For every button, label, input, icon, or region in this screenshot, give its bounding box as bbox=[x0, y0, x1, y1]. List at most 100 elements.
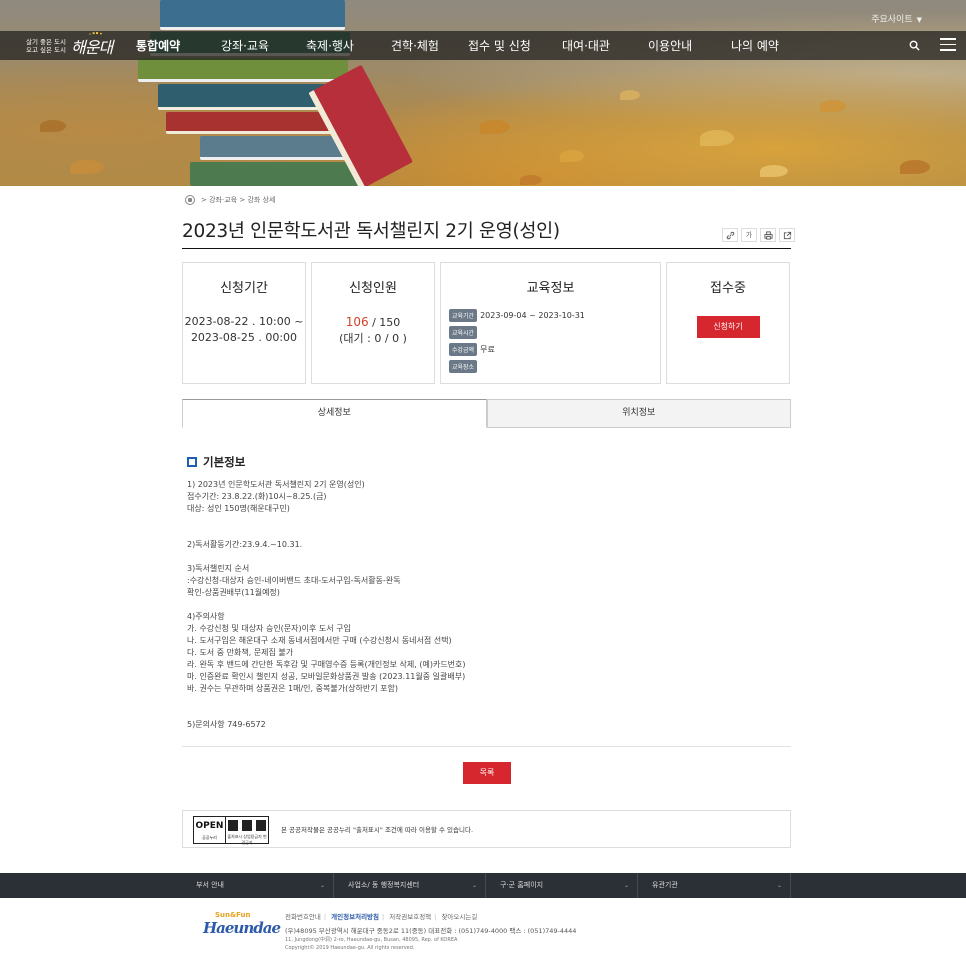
page-title: 2023년 인문학도서관 독서챌린지 2기 운영(성인) bbox=[182, 221, 560, 242]
site-logo[interactable]: 살기 좋은 도시 오고 싶은 도시 해운대 bbox=[26, 32, 113, 57]
footer-address: (우)48095 부산광역시 해운대구 중동2로 11(중동) 대표전화 : (… bbox=[285, 927, 577, 935]
home-icon[interactable] bbox=[185, 195, 195, 205]
leaf-decor bbox=[480, 120, 510, 134]
hamburger-menu-icon[interactable] bbox=[940, 38, 956, 52]
leaf-decor bbox=[820, 100, 846, 112]
logo-tagline-1: 살기 좋은 도시 bbox=[26, 38, 67, 46]
content-line: 라. 완독 후 밴드에 간단한 독후감 및 구매영수증 등록(개인정보 삭제, … bbox=[187, 660, 466, 669]
top-util-sites[interactable]: 주요사이트 ▼ bbox=[871, 12, 922, 25]
capacity-title: 신청인원 bbox=[349, 281, 397, 296]
detail-tabs: 상세정보 위치정보 bbox=[182, 399, 791, 428]
chevron-down-icon: ⌄ bbox=[776, 882, 782, 889]
edu-tag: 교육장소 bbox=[449, 360, 478, 373]
detail-content: 1) 2023년 인문학도서관 독서챌린지 2기 운영(성인) 접수기간: 23… bbox=[187, 479, 787, 731]
footer-link-privacy[interactable]: 개인정보처리방침 bbox=[331, 913, 379, 921]
footer-select-departments[interactable]: 부서 안내 ⌄ bbox=[182, 873, 334, 898]
logo-tagline-2: 오고 싶은 도시 bbox=[26, 46, 67, 54]
title-tools: 가 bbox=[722, 228, 795, 242]
edu-tag: 수강금액 bbox=[449, 343, 478, 356]
search-icon[interactable] bbox=[909, 40, 920, 51]
apply-button[interactable]: 신청하기 bbox=[696, 316, 760, 338]
breadcrumb-current: 강좌 상세 bbox=[247, 196, 276, 204]
content-line: 4)주의사항 bbox=[187, 612, 225, 621]
footer-link-phone[interactable]: 전화번호안내 bbox=[285, 913, 321, 921]
content-line: 접수기간: 23.8.22.(화)10시~8.25.(금) bbox=[187, 492, 327, 501]
edu-row-period: 교육기간 2023-09-04 ~ 2023-10-31 bbox=[449, 309, 660, 322]
nav-courses[interactable]: 강좌·교육 bbox=[221, 37, 269, 54]
edu-info-box: 교육정보 교육기간 2023-09-04 ~ 2023-10-31 교육시간 수… bbox=[440, 262, 661, 384]
leaf-decor bbox=[700, 130, 734, 146]
chevron-down-icon: ⌄ bbox=[471, 882, 477, 889]
content-line: :수강신청-대상자 승인-네이버밴드 초대-도서구입-독서활동-완독 bbox=[187, 576, 401, 585]
content-line: 다. 도서 중 만화책, 문제집 불가 bbox=[187, 648, 294, 657]
footer-logo-main: Haeundae bbox=[203, 919, 281, 937]
leaf-decor bbox=[760, 165, 788, 177]
footer-link-copyright[interactable]: 저작권보호정책 bbox=[389, 913, 431, 921]
nav-applications[interactable]: 접수 및 신청 bbox=[468, 37, 531, 54]
edu-tag: 교육시간 bbox=[449, 326, 478, 339]
applied-count: 106 bbox=[345, 315, 369, 329]
open-type: 출처표시 상업용금지 변경금지 bbox=[227, 834, 267, 845]
nav-rentals[interactable]: 대여·대관 bbox=[562, 37, 610, 54]
edu-info-title: 교육정보 bbox=[526, 281, 575, 296]
no-derivatives-icon bbox=[256, 820, 266, 831]
nav-my-reservation[interactable]: 나의 예약 bbox=[731, 37, 779, 54]
tab-detail-info[interactable]: 상세정보 bbox=[182, 399, 487, 428]
footer-address-en: 11, Jungdong(中洞) 2-ro, Haeundae-gu, Busa… bbox=[285, 937, 458, 943]
leaf-decor bbox=[620, 90, 640, 100]
content-line: 바. 권수는 무관하며 상품권은 1매/인, 중복불가(상하반기 포함) bbox=[187, 684, 399, 693]
license-text: 본 공공저작물은 공공누리 "출처표시" 조건에 따라 이용할 수 있습니다. bbox=[281, 826, 474, 834]
status-title: 접수중 bbox=[710, 281, 746, 296]
footer-link-directions[interactable]: 찾아오시는길 bbox=[441, 913, 477, 921]
share-icon[interactable] bbox=[779, 228, 795, 242]
footer-select-district-sites[interactable]: 구·군 홈페이지 ⌄ bbox=[486, 873, 638, 898]
leaf-decor bbox=[70, 160, 104, 174]
footer-select-bar: 부서 안내 ⌄ 사업소/ 동 행정복지센터 ⌄ 구·군 홈페이지 ⌄ 유관기관 ⌄ bbox=[0, 873, 966, 898]
nav-tours[interactable]: 견학·체험 bbox=[391, 37, 439, 54]
footer-select-offices[interactable]: 사업소/ 동 행정복지센터 ⌄ bbox=[334, 873, 486, 898]
chevron-down-icon: ⌄ bbox=[623, 882, 629, 889]
breadcrumb-separator: > bbox=[239, 196, 246, 204]
nav-integrated-reservation[interactable]: 통합예약 bbox=[136, 37, 180, 54]
footer-copyright: Copyright© 2019 Haeundae-gu. All rights … bbox=[285, 945, 415, 951]
title-divider bbox=[182, 248, 791, 249]
content-line: 확인-상품권배부(11월예정) bbox=[187, 588, 280, 597]
logo-sun-icon bbox=[89, 32, 103, 38]
content-line: 나. 도서구입은 해운대구 소재 동네서점에서만 구매 (수강신청시 동네서점 … bbox=[187, 636, 452, 645]
breadcrumb-section[interactable]: 강좌·교육 bbox=[209, 195, 237, 205]
content-line: 5)문의사항 749-6572 bbox=[187, 720, 266, 729]
leaf-decor bbox=[900, 160, 930, 174]
content-line: 1) 2023년 인문학도서관 독서챌린지 2기 운영(성인) bbox=[187, 480, 365, 489]
period-end: 2023-08-25 . 00:00 bbox=[190, 331, 298, 344]
section-basic-info: 기본정보 bbox=[187, 454, 245, 470]
period-title: 신청기간 bbox=[220, 281, 268, 296]
nav-festivals[interactable]: 축제·행사 bbox=[306, 37, 354, 54]
content-line: 가. 수강신청 및 대상자 승인(문자)이후 도서 구입 bbox=[187, 624, 351, 633]
open-license-badge[interactable]: OPEN 공공누리 출처표시 상업용금지 변경금지 bbox=[193, 816, 269, 845]
footer-select-related-orgs[interactable]: 유관기관 ⌄ bbox=[638, 873, 791, 898]
capacity-box: 신청인원 106 / 150 (대기 : 0 / 0 ) bbox=[311, 262, 435, 384]
capacity-total: / 150 bbox=[368, 316, 401, 329]
license-box: OPEN 공공누리 출처표시 상업용금지 변경금지 본 공공저작물은 공공누리 … bbox=[182, 810, 791, 848]
footer-links: 전화번호안내 | 개인정보처리방침 | 저작권보호정책 | 찾아오시는길 bbox=[285, 913, 478, 921]
edu-value: 2023-09-04 ~ 2023-10-31 bbox=[480, 311, 585, 320]
section-title-text: 기본정보 bbox=[203, 455, 246, 469]
print-icon[interactable] bbox=[760, 228, 776, 242]
waiting-count: (대기 : 0 / 0 ) bbox=[339, 332, 407, 345]
leaf-decor bbox=[520, 175, 542, 185]
breadcrumb-separator: > bbox=[201, 196, 207, 204]
global-nav-bar: 살기 좋은 도시 오고 싶은 도시 해운대 통합예약 강좌·교육 축제·행사 견… bbox=[0, 31, 966, 60]
tab-location-info[interactable]: 위치정보 bbox=[486, 399, 791, 428]
breadcrumb: > 강좌·교육 > 강좌 상세 bbox=[185, 195, 275, 205]
edu-row-time: 교육시간 bbox=[449, 326, 660, 339]
font-size-icon[interactable]: 가 bbox=[741, 228, 757, 242]
edu-value: 무료 bbox=[480, 345, 495, 354]
hero-banner: 주요사이트 ▼ 살기 좋은 도시 오고 싶은 도시 해운대 통합예약 강좌·교육 … bbox=[0, 0, 966, 186]
nav-usage-guide[interactable]: 이용안내 bbox=[648, 37, 692, 54]
link-icon[interactable] bbox=[722, 228, 738, 242]
leaf-decor bbox=[560, 150, 584, 162]
content-line: 2)독서활동기간:23.9.4.~10.31. bbox=[187, 540, 303, 549]
caret-down-icon: ▼ bbox=[916, 16, 922, 24]
list-button[interactable]: 목록 bbox=[463, 762, 511, 784]
edu-tag: 교육기간 bbox=[449, 309, 478, 322]
